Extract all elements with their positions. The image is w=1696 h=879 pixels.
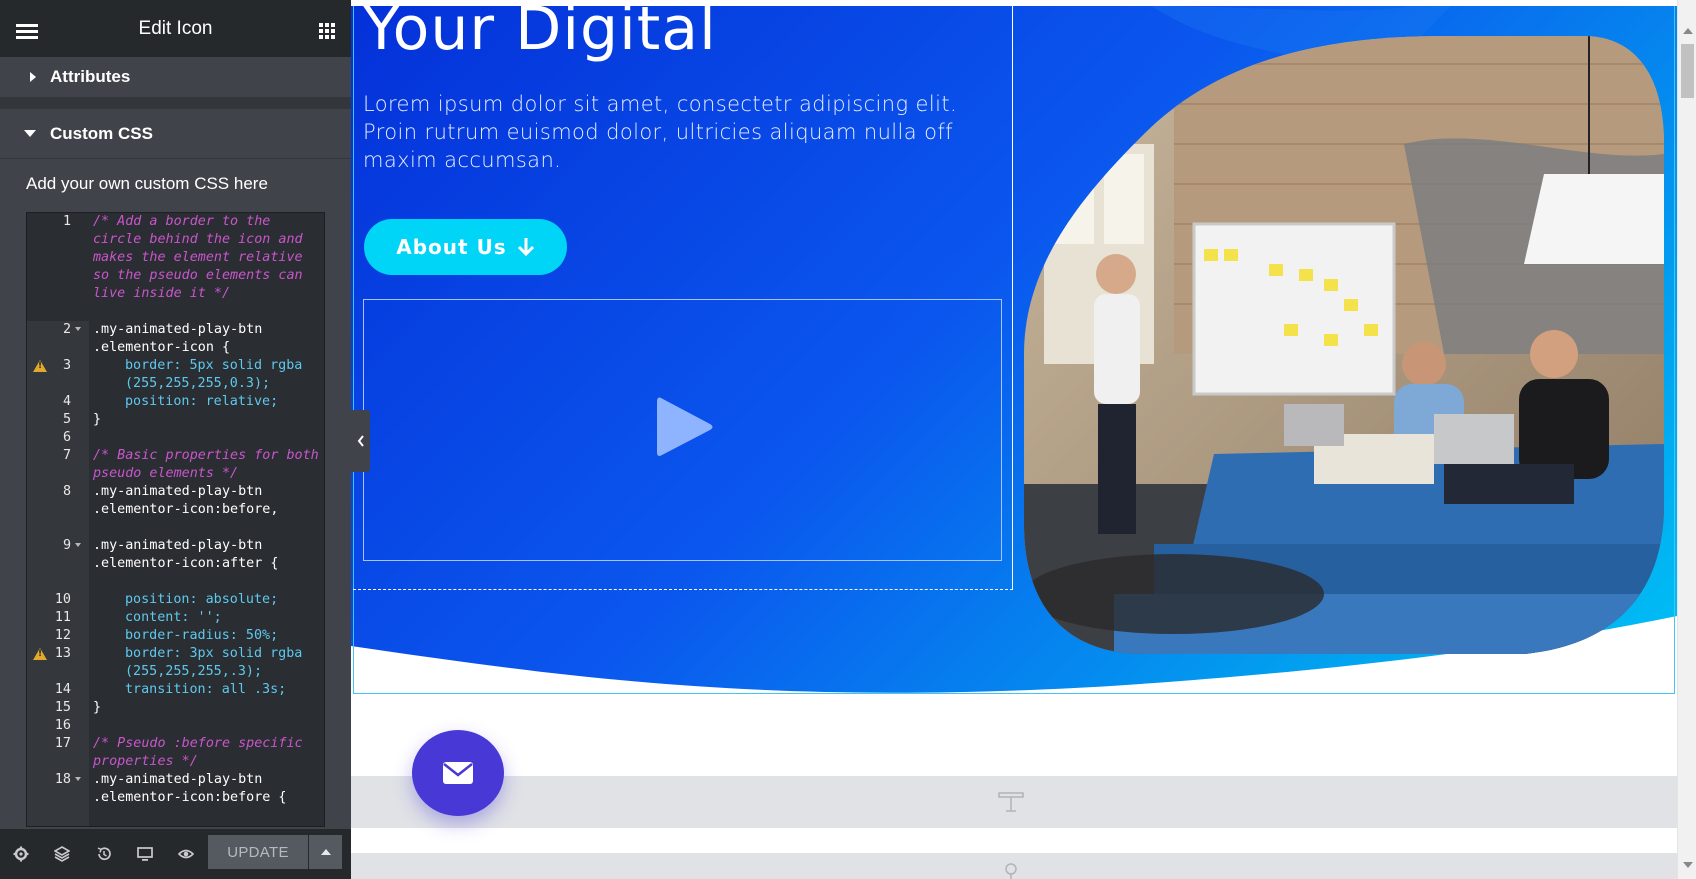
panel-header: Edit Icon	[0, 0, 351, 57]
preview-icon[interactable]	[178, 846, 194, 862]
code-text: border: 3px solid rgba (255,255,255,.3);	[125, 646, 311, 679]
code-text: position: relative;	[125, 394, 279, 409]
line-number: 1	[62, 214, 71, 229]
elementor-editor: Edit Icon Attributes Custom CSS Add your…	[0, 0, 1696, 879]
code-text: /* Add a border to the circle behind the…	[93, 214, 311, 301]
line-number: 5	[62, 412, 71, 427]
code-text: .my-animated-play-btn .elementor-icon {	[93, 322, 271, 355]
code-text: .my-animated-play-btn .elementor-icon:be…	[93, 772, 287, 805]
fold-arrow-icon[interactable]	[75, 327, 81, 331]
contact-fab-button[interactable]	[412, 730, 504, 816]
fold-arrow-icon[interactable]	[75, 543, 81, 547]
line-number: 9	[62, 538, 71, 553]
section-attributes[interactable]: Attributes	[0, 57, 351, 97]
collapse-panel-button[interactable]	[351, 410, 370, 472]
envelope-icon	[443, 762, 473, 784]
empty-section[interactable]	[351, 853, 1677, 879]
section-custom-css[interactable]: Custom CSS	[0, 109, 351, 159]
panel-title: Edit Icon	[138, 17, 213, 39]
menu-icon[interactable]	[16, 24, 38, 40]
section-divider	[0, 97, 351, 109]
empty-section[interactable]	[351, 776, 1677, 828]
custom-css-code-editor[interactable]: 1 /* Add a border to the circle behind t…	[26, 212, 325, 827]
custom-css-help-text: Add your own custom CSS here	[26, 174, 268, 193]
settings-icon[interactable]	[13, 846, 29, 862]
section-handle-icon[interactable]	[997, 791, 1025, 813]
code-text: border: 5px solid rgba (255,255,255,0.3)…	[125, 358, 311, 391]
fold-arrow-icon[interactable]	[75, 777, 81, 781]
line-number: 14	[54, 682, 71, 697]
code-text: /* Pseudo :before specific properties */	[93, 736, 311, 769]
scroll-thumb[interactable]	[1681, 44, 1694, 98]
line-number: 16	[54, 718, 71, 733]
update-options-button[interactable]	[309, 835, 342, 869]
line-number: 4	[62, 394, 71, 409]
vertical-scrollbar[interactable]	[1677, 0, 1696, 879]
code-text: transition: all .3s;	[125, 682, 287, 697]
code-text: /* Basic properties for both pseudo elem…	[93, 448, 319, 481]
caret-up-icon	[320, 849, 331, 855]
caret-down-icon	[24, 130, 36, 137]
section-handle-icon[interactable]	[997, 861, 1025, 879]
line-number: 6	[62, 430, 71, 445]
code-text: }	[93, 412, 102, 427]
line-number: 15	[54, 700, 71, 715]
preview-canvas: Your Digital Lorem ipsum dolor sit amet,…	[351, 0, 1677, 879]
hero-left-column-outline	[353, 6, 1013, 590]
line-number: 10	[54, 592, 71, 607]
line-number: 8	[62, 484, 71, 499]
section-attributes-label: Attributes	[50, 67, 131, 86]
code-text: .my-animated-play-btn .elementor-icon:af…	[93, 538, 279, 571]
code-text: position: absolute;	[125, 592, 279, 607]
line-number: 13	[54, 646, 71, 661]
layers-icon[interactable]	[54, 846, 70, 862]
code-text: content: '';	[125, 610, 222, 625]
section-custom-css-label: Custom CSS	[50, 123, 153, 143]
history-icon[interactable]	[96, 846, 112, 862]
editor-panel: Edit Icon Attributes Custom CSS Add your…	[0, 0, 351, 879]
caret-right-icon	[30, 72, 36, 82]
code-text: .my-animated-play-btn .elementor-icon:be…	[93, 484, 279, 517]
scroll-down-arrow-icon[interactable]	[1683, 862, 1693, 868]
update-button[interactable]: UPDATE	[208, 835, 308, 869]
line-number: 2	[62, 322, 71, 337]
chevron-left-icon	[357, 435, 364, 447]
line-number: 3	[62, 358, 71, 373]
line-number: 7	[62, 448, 71, 463]
line-number: 18	[54, 772, 71, 787]
code-text: }	[93, 700, 102, 715]
line-number: 12	[54, 628, 71, 643]
responsive-icon[interactable]	[137, 846, 153, 862]
line-number: 11	[54, 610, 71, 625]
widgets-grid-icon[interactable]	[319, 23, 335, 39]
scroll-up-arrow-icon[interactable]	[1683, 28, 1693, 34]
line-number: 17	[54, 736, 71, 751]
code-text: border-radius: 50%;	[125, 628, 279, 643]
